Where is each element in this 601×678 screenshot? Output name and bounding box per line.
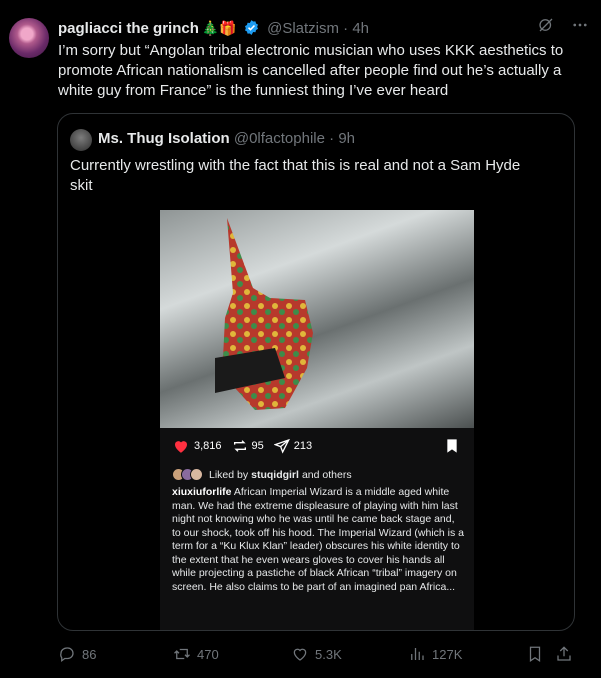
caption-text: African Imperial Wizard is a middle aged… bbox=[172, 486, 464, 593]
quoted-time: 9h bbox=[338, 130, 355, 147]
quoted-text: Currently wrestling with the fact that t… bbox=[70, 157, 521, 194]
header-actions bbox=[537, 16, 589, 34]
author-emoji: 🎄🎁 bbox=[201, 20, 237, 36]
views-count: 127K bbox=[432, 646, 463, 662]
like-count: 5.3K bbox=[315, 646, 342, 662]
quoted-author-name[interactable]: Ms. Thug Isolation bbox=[98, 130, 230, 147]
tweet-actions: 86 470 5.3K 127K bbox=[58, 645, 587, 665]
hooded-performer-image bbox=[215, 218, 313, 410]
author-avatar[interactable] bbox=[9, 18, 49, 58]
quoted-media-image[interactable]: 3,816 95 213 Liked by stuqidgirl and oth… bbox=[160, 210, 474, 630]
tweet[interactable]: pagliacci the grinch 🎄🎁 @Slatzism · 4h I’… bbox=[0, 0, 601, 678]
grok-icon[interactable] bbox=[537, 16, 555, 34]
quoted-header: Ms. Thug Isolation @0lfactophile · 9h bbox=[98, 130, 355, 147]
separator-dot: · bbox=[343, 20, 349, 37]
heart-icon[interactable] bbox=[172, 437, 190, 455]
liker-avatar bbox=[190, 468, 203, 481]
liked-by-row: Liked by stuqidgirl and others bbox=[172, 468, 352, 481]
reply-icon bbox=[60, 647, 74, 663]
liked-by-prefix: Liked by bbox=[209, 468, 249, 481]
share-icon bbox=[557, 646, 571, 661]
caption-user: xiuxiuforlife bbox=[172, 486, 232, 498]
embedded-comments-count: 95 bbox=[251, 440, 264, 452]
share-icon[interactable] bbox=[273, 438, 290, 454]
like-button[interactable]: 5.3K bbox=[291, 645, 342, 663]
embedded-post-actions: 3,816 95 213 bbox=[172, 434, 460, 458]
tweet-header: pagliacci the grinch 🎄🎁 @Slatzism · 4h bbox=[58, 19, 571, 39]
more-icon[interactable] bbox=[571, 16, 589, 34]
reply-button[interactable]: 86 bbox=[58, 645, 96, 663]
embedded-shares-count: 213 bbox=[293, 440, 313, 452]
repost-icon[interactable] bbox=[232, 438, 248, 454]
views-icon bbox=[411, 648, 424, 660]
share-button[interactable] bbox=[555, 645, 573, 663]
reply-count: 86 bbox=[82, 646, 97, 662]
author-handle[interactable]: @Slatzism bbox=[267, 20, 339, 37]
bookmark-icon[interactable] bbox=[444, 438, 460, 454]
repost-button[interactable]: 470 bbox=[173, 645, 219, 663]
embedded-likes-count: 3,816 bbox=[194, 440, 222, 452]
quoted-separator-dot: · bbox=[329, 130, 335, 147]
liked-by-user: stuqidgirl bbox=[251, 468, 299, 481]
quoted-author-handle[interactable]: @0lfactophile bbox=[234, 130, 325, 147]
embedded-caption: xiuxiuforlife African Imperial Wizard is… bbox=[172, 486, 464, 594]
liked-by-suffix: and others bbox=[301, 468, 352, 481]
repost-icon bbox=[174, 648, 190, 660]
bookmark-icon bbox=[529, 646, 541, 662]
quoted-author-avatar[interactable] bbox=[70, 129, 92, 151]
author-name[interactable]: pagliacci the grinch bbox=[58, 20, 199, 37]
bookmark-button[interactable] bbox=[526, 645, 544, 663]
verified-badge-icon bbox=[244, 20, 258, 35]
tweet-time[interactable]: 4h bbox=[352, 20, 369, 37]
performer-photo bbox=[160, 210, 474, 428]
like-icon bbox=[293, 648, 307, 661]
repost-count: 470 bbox=[197, 646, 219, 662]
tweet-text: I’m sorry but “Angolan tribal electronic… bbox=[58, 42, 564, 99]
views-button[interactable]: 127K bbox=[408, 645, 462, 663]
quoted-tweet[interactable]: Ms. Thug Isolation @0lfactophile · 9h Cu… bbox=[57, 113, 575, 631]
